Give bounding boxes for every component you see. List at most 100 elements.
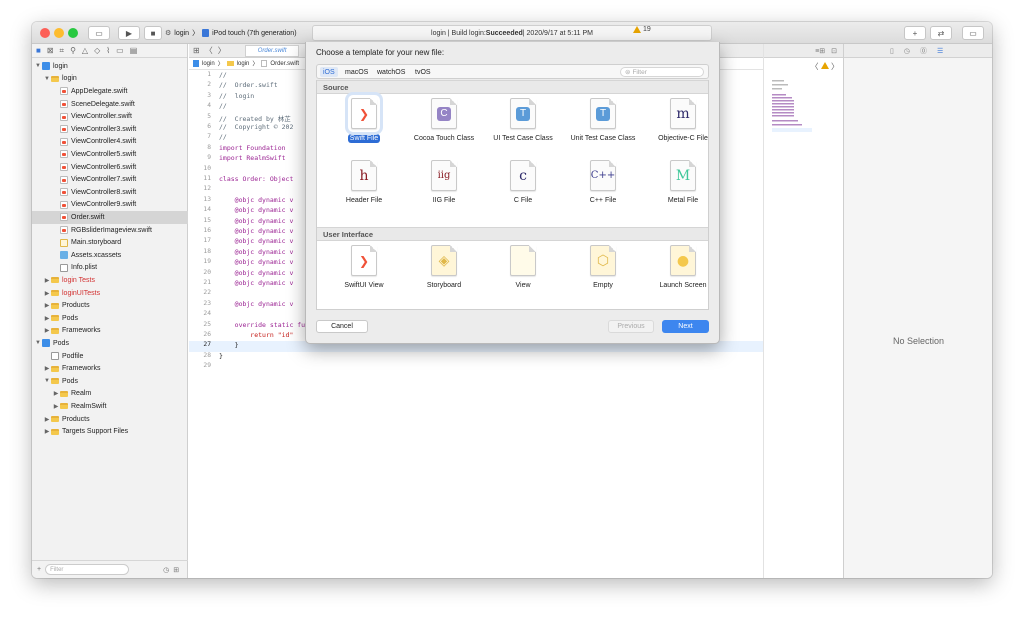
- close-window-button[interactable]: [40, 28, 50, 38]
- symbol-icon[interactable]: ⌗: [60, 46, 65, 56]
- template-swift-file[interactable]: ❯ Swift File: [329, 92, 399, 156]
- jump-file[interactable]: Order.swift: [270, 61, 299, 67]
- file-tree-row[interactable]: Main.storyboard: [32, 236, 188, 249]
- template-objective-c-file[interactable]: m Objective-C File: [648, 94, 718, 156]
- file-tree-row[interactable]: Podfile: [32, 350, 188, 363]
- run-button[interactable]: ▶: [118, 26, 140, 40]
- disclosure-triangle-icon[interactable]: ▶: [43, 327, 51, 334]
- attributes-icon[interactable]: ☰: [937, 47, 943, 55]
- platform-tab-watchos[interactable]: watchOS: [374, 67, 408, 77]
- issue-icon[interactable]: △: [82, 46, 88, 55]
- file-tree-row[interactable]: ▶ RealmSwift: [32, 400, 188, 413]
- next-button[interactable]: Next: [662, 320, 709, 333]
- disclosure-triangle-icon[interactable]: ▶: [52, 403, 60, 410]
- warning-indicator[interactable]: 19: [633, 26, 651, 33]
- file-tree-row[interactable]: ▶ Frameworks: [32, 362, 188, 375]
- file-tree-row[interactable]: AppDelegate.swift: [32, 85, 188, 98]
- file-tree-row[interactable]: ViewController5.swift: [32, 148, 188, 161]
- report-icon[interactable]: ▤: [130, 46, 138, 55]
- inspector-toggle-icon[interactable]: ▭: [962, 26, 984, 40]
- template-ui-test-case-class[interactable]: T UI Test Case Class: [488, 94, 558, 156]
- file-tree-row[interactable]: Info.plist: [32, 262, 188, 275]
- disclosure-triangle-icon[interactable]: ▶: [43, 315, 51, 322]
- previous-button[interactable]: Previous: [608, 320, 654, 333]
- template-swiftui-view[interactable]: ❯ SwiftUI View: [329, 241, 399, 303]
- file-tree-row[interactable]: ▶ login Tests: [32, 274, 188, 287]
- template-storyboard[interactable]: ◈ Storyboard: [409, 241, 479, 303]
- file-tree-row[interactable]: ViewController9.swift: [32, 199, 188, 212]
- template-filter-input[interactable]: ⊜ Filter: [620, 67, 704, 77]
- file-tree-row[interactable]: ▼ Pods: [32, 337, 188, 350]
- test-icon[interactable]: ◇: [94, 46, 100, 55]
- scm-filter-icon[interactable]: ⊞: [173, 566, 179, 574]
- platform-tab-tvos[interactable]: tvOS: [412, 67, 434, 77]
- template-iig-file[interactable]: iig IIG File: [409, 156, 479, 218]
- file-inspector-icon[interactable]: ▯: [890, 47, 894, 55]
- file-tree-row[interactable]: ▶ Products: [32, 413, 188, 426]
- file-tree-row[interactable]: RGBsliderImageview.swift: [32, 224, 188, 237]
- help-icon[interactable]: ⓪: [920, 46, 927, 56]
- file-tree-row[interactable]: ▶ Realm: [32, 388, 188, 401]
- breakpoint-icon[interactable]: ▭: [116, 46, 124, 55]
- template-cocoa-touch-class[interactable]: C Cocoa Touch Class: [409, 94, 479, 156]
- file-tree-row[interactable]: Order.swift: [32, 211, 188, 224]
- back-arrow-icon[interactable]: 〈: [205, 45, 213, 56]
- zoom-window-button[interactable]: [68, 28, 78, 38]
- file-tree-row[interactable]: SceneDelegate.swift: [32, 98, 188, 111]
- disclosure-triangle-icon[interactable]: ▼: [34, 63, 42, 69]
- file-tree-row[interactable]: ▶ Frameworks: [32, 325, 188, 338]
- template-view[interactable]: View: [488, 241, 558, 303]
- template-c-file[interactable]: c C File: [488, 156, 558, 218]
- forward-arrow-icon[interactable]: 〉: [218, 45, 226, 56]
- disclosure-triangle-icon[interactable]: ▶: [43, 277, 51, 284]
- tab-order-swift[interactable]: Order.swift: [244, 44, 300, 57]
- file-tree-row[interactable]: ViewController.swift: [32, 110, 188, 123]
- issue-navigation[interactable]: 〈 〉: [811, 61, 839, 72]
- editor-options-icon[interactable]: ≡⊞: [815, 47, 825, 55]
- file-tree-row[interactable]: ViewController3.swift: [32, 123, 188, 136]
- file-tree-row[interactable]: ViewController7.swift: [32, 173, 188, 186]
- add-file-icon[interactable]: +: [37, 566, 41, 573]
- jump-project[interactable]: login: [202, 61, 215, 67]
- file-tree-row[interactable]: ▶ Products: [32, 299, 188, 312]
- disclosure-triangle-icon[interactable]: ▶: [43, 428, 51, 435]
- file-tree-row[interactable]: ViewController4.swift: [32, 136, 188, 149]
- code-review-button[interactable]: ⇄: [930, 26, 952, 40]
- template-unit-test-case-class[interactable]: T Unit Test Case Class: [568, 94, 638, 156]
- file-tree-row[interactable]: ▼ login: [32, 60, 188, 73]
- folder-icon[interactable]: ■: [36, 46, 41, 55]
- grid-icon[interactable]: ⊞: [193, 46, 200, 55]
- scheme-selector[interactable]: ⚙ login 〉 iPod touch (7th generation): [165, 26, 297, 40]
- minimize-window-button[interactable]: [54, 28, 64, 38]
- file-tree-row[interactable]: ▼ Pods: [32, 375, 188, 388]
- add-editor-icon[interactable]: ⊡: [831, 47, 837, 55]
- platform-tab-macos[interactable]: macOS: [342, 67, 371, 77]
- cancel-button[interactable]: Cancel: [316, 320, 368, 333]
- debug-icon[interactable]: ⌇: [106, 46, 110, 55]
- stop-button[interactable]: ■: [144, 26, 162, 40]
- disclosure-triangle-icon[interactable]: ▶: [52, 390, 60, 397]
- disclosure-triangle-icon[interactable]: ▶: [43, 416, 51, 423]
- disclosure-triangle-icon[interactable]: ▼: [43, 76, 51, 82]
- recent-files-icon[interactable]: ◷: [163, 566, 169, 574]
- file-tree-row[interactable]: ViewController6.swift: [32, 161, 188, 174]
- platform-tab-ios[interactable]: iOS: [320, 67, 338, 77]
- disclosure-triangle-icon[interactable]: ▼: [34, 340, 42, 346]
- file-tree-row[interactable]: ▼ login: [32, 73, 188, 86]
- library-plus-button[interactable]: +: [904, 26, 926, 40]
- sidebar-toggle-icon[interactable]: ▭: [88, 26, 110, 40]
- history-icon[interactable]: ◷: [904, 47, 910, 55]
- file-tree-row[interactable]: ▶ loginUITests: [32, 287, 188, 300]
- disclosure-triangle-icon[interactable]: ▼: [43, 378, 51, 384]
- jump-group[interactable]: login: [237, 61, 250, 67]
- find-icon[interactable]: ⚲: [70, 46, 76, 55]
- navigator-filter-input[interactable]: Filter: [45, 564, 130, 575]
- template-c-file[interactable]: C++ C++ File: [568, 156, 638, 218]
- template-empty[interactable]: ⬡ Empty: [568, 241, 638, 303]
- template-launch-screen[interactable]: ● Launch Screen: [648, 241, 718, 303]
- file-tree-row[interactable]: ViewController8.swift: [32, 186, 188, 199]
- file-tree-row[interactable]: ▶ Targets Support Files: [32, 425, 188, 438]
- source-control-icon[interactable]: ⊠: [47, 46, 54, 55]
- disclosure-triangle-icon[interactable]: ▶: [43, 290, 51, 297]
- file-tree-row[interactable]: Assets.xcassets: [32, 249, 188, 262]
